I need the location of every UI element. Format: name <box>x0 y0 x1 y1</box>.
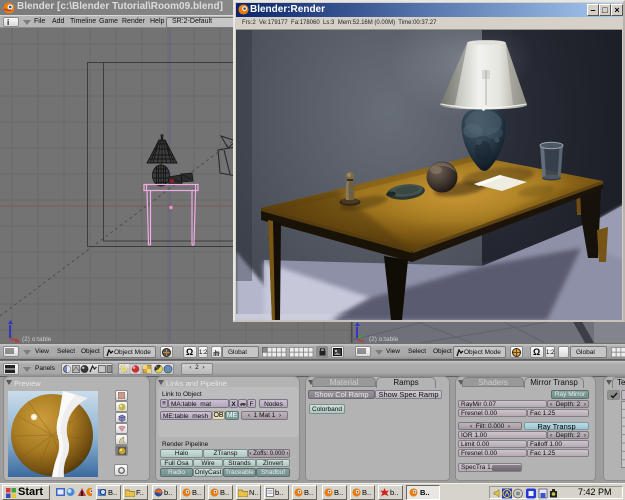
svg-text:(2) o:table: (2) o:table <box>369 336 399 343</box>
svg-text:(2) o:table: (2) o:table <box>22 336 52 343</box>
